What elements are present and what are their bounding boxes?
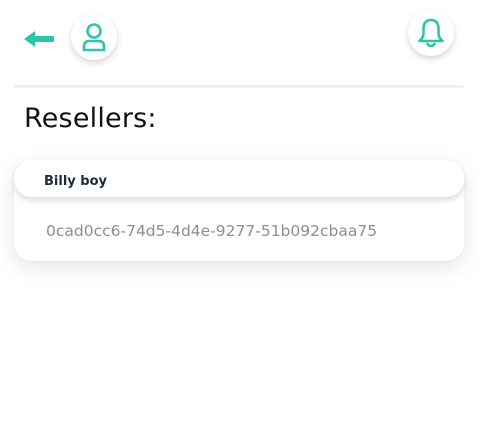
- profile-button[interactable]: [71, 14, 117, 60]
- header-divider: [14, 85, 464, 88]
- reseller-name: Billy boy: [44, 174, 107, 189]
- back-button[interactable]: [22, 26, 56, 52]
- page-title: Resellers:: [24, 103, 157, 134]
- reseller-id: 0cad0cc6-74d5-4d4e-9277-51b092cbaa75: [46, 222, 378, 240]
- reseller-card[interactable]: Billy boy 0cad0cc6-74d5-4d4e-9277-51b092…: [14, 160, 464, 261]
- bell-icon: [418, 18, 444, 48]
- top-bar: [0, 0, 496, 80]
- arrow-left-icon: [24, 31, 54, 47]
- notifications-button[interactable]: [408, 10, 454, 56]
- reseller-card-header: Billy boy: [14, 160, 464, 197]
- user-icon: [82, 23, 106, 52]
